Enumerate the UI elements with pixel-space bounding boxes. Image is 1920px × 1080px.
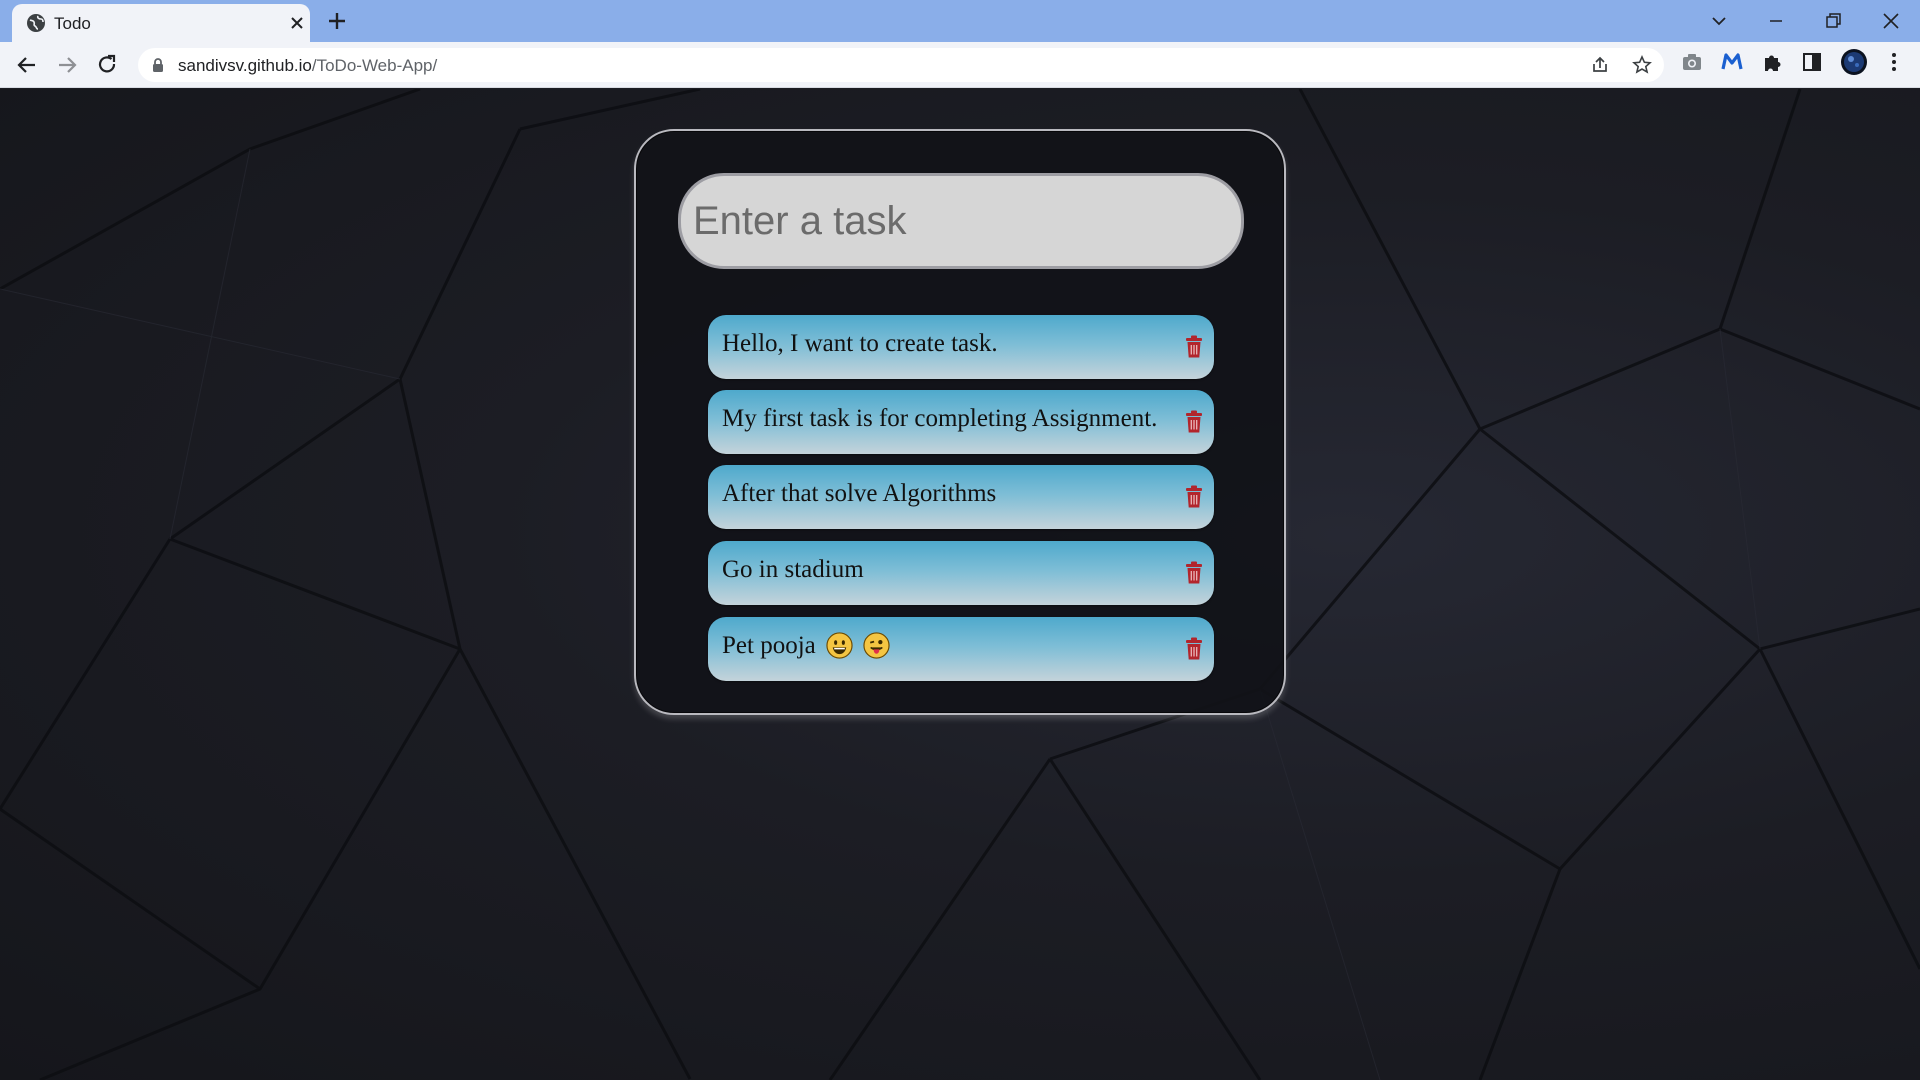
task-item[interactable]: Hello, I want to create task. [708, 315, 1214, 379]
address-bar[interactable]: sandivsv.github.io/ToDo-Web-App/ [138, 48, 1664, 82]
trash-icon[interactable] [1184, 561, 1204, 585]
close-tab-icon[interactable] [287, 13, 307, 33]
task-text-with-emojis: Pet pooja [722, 632, 890, 660]
winking-face-tongue-emoji-icon [863, 632, 890, 659]
todo-card: Hello, I want to create task. My first t… [634, 129, 1286, 715]
new-tab-icon[interactable] [326, 10, 348, 32]
grinning-face-emoji-icon [826, 632, 853, 659]
task-item[interactable]: After that solve Algorithms [708, 465, 1214, 529]
task-item[interactable]: Go in stadium [708, 541, 1214, 605]
task-text: After that solve Algorithms [722, 480, 997, 507]
url-path: /ToDo-Web-App/ [311, 56, 438, 75]
extensions-puzzle-icon[interactable] [1760, 50, 1784, 74]
back-arrow-icon[interactable] [14, 52, 40, 78]
trash-icon[interactable] [1184, 335, 1204, 359]
profile-avatar[interactable] [1840, 48, 1868, 76]
m-extension-icon[interactable] [1720, 50, 1744, 74]
page-viewport: Hello, I want to create task. My first t… [0, 89, 1920, 1080]
tab-title: Todo [54, 14, 91, 33]
reload-icon[interactable] [94, 52, 120, 78]
bookmark-star-icon[interactable] [1632, 55, 1652, 75]
share-icon[interactable] [1590, 55, 1610, 75]
browser-menu-icon[interactable] [1882, 50, 1906, 74]
tab-search-chevron-icon[interactable] [1706, 8, 1732, 34]
task-input[interactable] [678, 173, 1244, 269]
camera-extension-icon[interactable] [1680, 50, 1704, 74]
trash-icon[interactable] [1184, 485, 1204, 509]
side-panel-icon[interactable] [1800, 50, 1824, 74]
task-item[interactable]: My first task is for completing Assignme… [708, 390, 1214, 454]
url-text[interactable]: sandivsv.github.io/ToDo-Web-App/ [178, 56, 437, 76]
trash-icon[interactable] [1184, 637, 1204, 661]
trash-icon[interactable] [1184, 410, 1204, 434]
minimize-window-icon[interactable] [1763, 8, 1789, 34]
browser-tabstrip: Todo [0, 0, 1920, 42]
browser-toolbar: sandivsv.github.io/ToDo-Web-App/ [0, 42, 1920, 88]
forward-arrow-icon[interactable] [54, 52, 80, 78]
task-text: Pet pooja [722, 632, 816, 659]
task-item[interactable]: Pet pooja [708, 617, 1214, 681]
task-text: Go in stadium [722, 556, 864, 583]
globe-icon [27, 14, 45, 32]
lock-icon[interactable] [150, 57, 166, 73]
task-text: Hello, I want to create task. [722, 330, 998, 357]
url-domain: sandivsv.github.io [178, 56, 312, 75]
restore-window-icon[interactable] [1820, 8, 1846, 34]
task-text: My first task is for completing Assignme… [722, 405, 1158, 432]
browser-tab-active[interactable]: Todo [12, 4, 310, 42]
close-window-icon[interactable] [1878, 8, 1904, 34]
